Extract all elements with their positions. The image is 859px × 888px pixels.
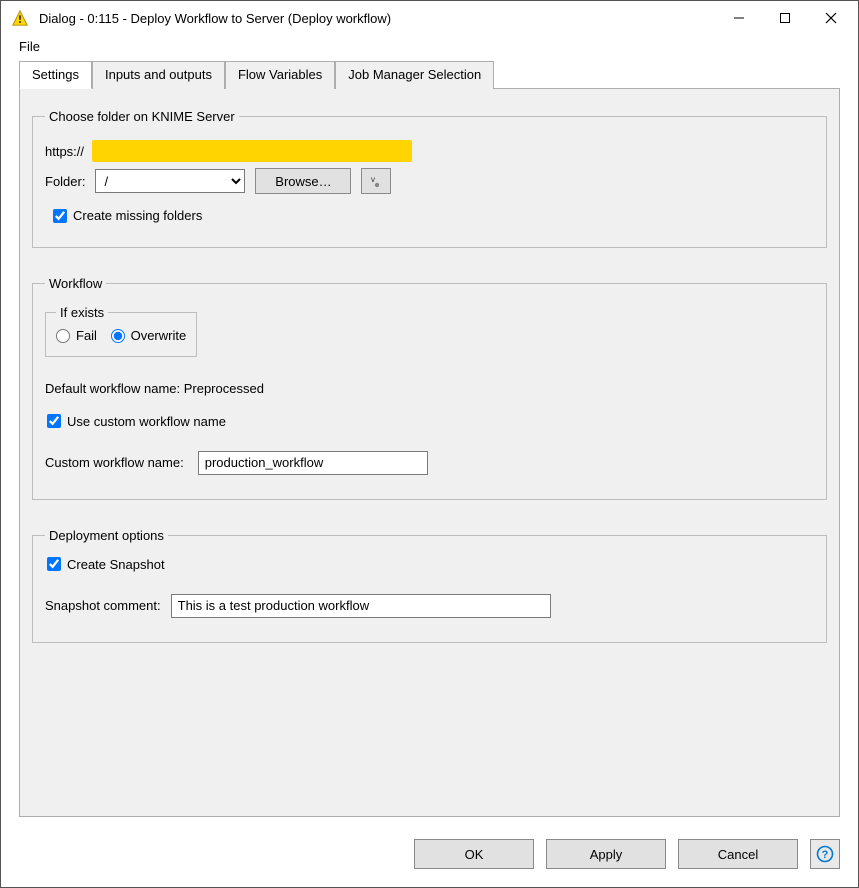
- tab-inputs-outputs[interactable]: Inputs and outputs: [92, 61, 225, 89]
- browse-button[interactable]: Browse…: [255, 168, 351, 194]
- app-icon: [11, 9, 29, 27]
- create-missing-checkbox[interactable]: Create missing folders: [53, 208, 202, 223]
- snapshot-input[interactable]: [47, 557, 61, 571]
- folder-label: Folder:: [45, 174, 85, 189]
- apply-button[interactable]: Apply: [546, 839, 666, 869]
- help-button[interactable]: ?: [810, 839, 840, 869]
- radio-fail-label: Fail: [76, 328, 97, 343]
- if-exists-group: If exists Fail Overwrite: [45, 305, 197, 357]
- tab-strip: Settings Inputs and outputs Flow Variabl…: [19, 60, 840, 88]
- custom-name-label: Custom workflow name:: [45, 455, 184, 470]
- server-url-prefix: https://: [45, 144, 84, 159]
- use-custom-checkbox[interactable]: Use custom workflow name: [47, 414, 226, 429]
- cancel-button[interactable]: Cancel: [678, 839, 798, 869]
- minimize-button[interactable]: [716, 3, 762, 33]
- flow-variable-icon: v: [368, 173, 384, 189]
- radio-fail[interactable]: Fail: [56, 328, 97, 343]
- radio-overwrite-input[interactable]: [111, 329, 125, 343]
- workflow-group-legend: Workflow: [45, 276, 106, 291]
- snapshot-label: Create Snapshot: [67, 557, 165, 572]
- comment-input[interactable]: [171, 594, 551, 618]
- dialog-window: Dialog - 0:115 - Deploy Workflow to Serv…: [0, 0, 859, 888]
- titlebar: Dialog - 0:115 - Deploy Workflow to Serv…: [1, 1, 858, 35]
- workflow-group: Workflow If exists Fail Overwrite Defaul…: [32, 276, 827, 500]
- tab-settings[interactable]: Settings: [19, 61, 92, 89]
- if-exists-legend: If exists: [56, 305, 108, 320]
- svg-text:?: ?: [822, 849, 829, 861]
- use-custom-label: Use custom workflow name: [67, 414, 226, 429]
- tab-flow-variables[interactable]: Flow Variables: [225, 61, 335, 89]
- radio-fail-input[interactable]: [56, 329, 70, 343]
- use-custom-input[interactable]: [47, 414, 61, 428]
- deploy-group: Deployment options Create Snapshot Snaps…: [32, 528, 827, 643]
- svg-text:v: v: [371, 175, 375, 184]
- ok-button[interactable]: OK: [414, 839, 534, 869]
- server-group: Choose folder on KNIME Server https:// F…: [32, 109, 827, 248]
- tab-job-manager[interactable]: Job Manager Selection: [335, 61, 494, 89]
- content-area: Settings Inputs and outputs Flow Variabl…: [1, 60, 858, 821]
- server-group-legend: Choose folder on KNIME Server: [45, 109, 239, 124]
- folder-combo[interactable]: /: [95, 169, 245, 193]
- create-missing-input[interactable]: [53, 209, 67, 223]
- help-icon: ?: [816, 845, 834, 863]
- window-title: Dialog - 0:115 - Deploy Workflow to Serv…: [39, 11, 716, 26]
- settings-pane: Choose folder on KNIME Server https:// F…: [19, 88, 840, 817]
- maximize-button[interactable]: [762, 3, 808, 33]
- flow-variable-button[interactable]: v: [361, 168, 391, 194]
- menu-file[interactable]: File: [15, 37, 44, 56]
- dialog-buttons: OK Apply Cancel ?: [1, 821, 858, 887]
- tab-label: Flow Variables: [238, 67, 322, 82]
- custom-name-input[interactable]: [198, 451, 428, 475]
- comment-label: Snapshot comment:: [45, 598, 161, 613]
- snapshot-checkbox[interactable]: Create Snapshot: [47, 557, 165, 572]
- radio-overwrite[interactable]: Overwrite: [111, 328, 187, 343]
- tab-label: Job Manager Selection: [348, 67, 481, 82]
- tab-label: Settings: [32, 67, 79, 82]
- menubar: File: [1, 35, 858, 60]
- server-url-masked: [92, 140, 412, 162]
- default-name-label: Default workflow name: Preprocessed: [45, 381, 264, 396]
- deploy-group-legend: Deployment options: [45, 528, 168, 543]
- create-missing-label: Create missing folders: [73, 208, 202, 223]
- radio-overwrite-label: Overwrite: [131, 328, 187, 343]
- close-button[interactable]: [808, 3, 854, 33]
- tab-label: Inputs and outputs: [105, 67, 212, 82]
- server-url-row: https://: [45, 140, 814, 162]
